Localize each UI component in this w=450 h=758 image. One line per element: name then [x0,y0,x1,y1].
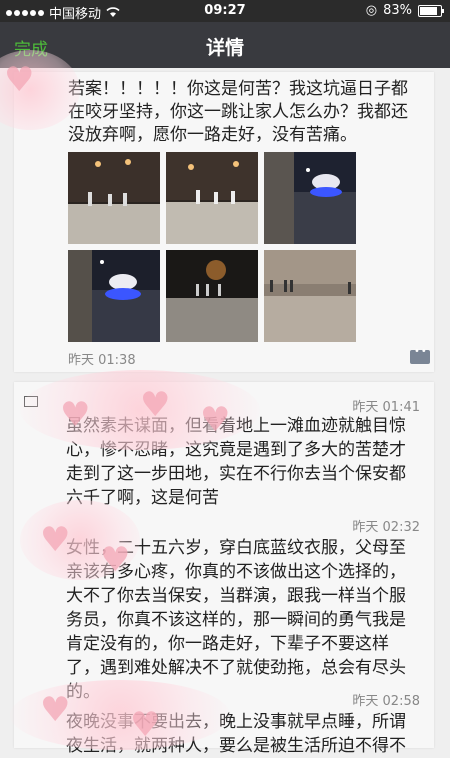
page-title: 详情 [205,37,244,59]
battery-icon [418,4,444,17]
photo-night-building-crowd [68,152,160,244]
post-photo[interactable] [264,152,356,244]
photo-grid [68,152,398,348]
privacy-blur-overlay [20,500,140,580]
nav-bar: 完成 详情 [0,22,450,68]
comment-icon[interactable] [410,346,430,364]
post-time: 昨天 01:38 [68,353,136,368]
post-text: 若案！！！！！你这是何苦？我这坑逼日子都在咬牙坚持，你这一跳让家人怎么办？我都还… [68,79,408,145]
photo-police-car-lights [68,250,160,342]
post-photo[interactable] [68,250,160,342]
photo-night-plaza-people [166,250,258,342]
comment-time: 昨天 02:58 [352,694,420,709]
privacy-blur-overlay [20,370,260,450]
photo-night-building-crowd [166,152,258,244]
battery-fill [420,6,437,15]
photo-plaza-people [264,250,356,342]
photo-police-car-lights [264,152,356,244]
comment-time: 昨天 02:32 [352,520,420,535]
post-photo[interactable] [166,250,258,342]
status-bar: 中国移动 09:27 ◎ 83% [0,0,450,22]
battery-percent: 83% [383,3,412,18]
post-photo[interactable] [68,152,160,244]
privacy-blur-overlay [10,680,230,750]
moment-post: 若案！！！！！你这是何苦？我这坑逼日子都在咬牙坚持，你这一跳让家人怎么办？我都还… [14,72,434,372]
post-photo[interactable] [166,152,258,244]
rotation-lock-icon: ◎ [365,3,378,18]
comment-time: 昨天 01:41 [352,400,420,415]
post-photo[interactable] [264,250,356,342]
